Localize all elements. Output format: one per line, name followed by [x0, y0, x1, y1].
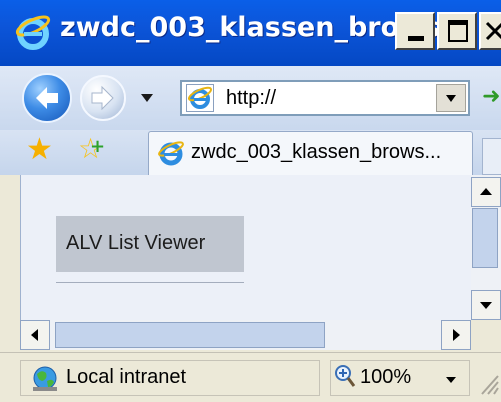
arrow-left-icon	[31, 329, 38, 341]
intranet-globe-icon	[33, 366, 57, 391]
maximize-button[interactable]	[437, 12, 477, 50]
scroll-down-button[interactable]	[471, 290, 501, 320]
favorites-star-icon[interactable]: ★	[26, 131, 53, 169]
address-bar[interactable]: http://	[180, 80, 470, 116]
tab-ie-icon	[158, 141, 184, 166]
security-zone-label: Local intranet	[66, 366, 187, 388]
zoom-magnifier-icon	[335, 365, 356, 387]
recent-pages-dropdown-icon[interactable]	[140, 92, 154, 104]
page-ie-icon	[186, 84, 214, 112]
close-icon	[485, 21, 501, 41]
ie-app-icon	[15, 15, 51, 50]
zoom-level: 100%	[360, 366, 412, 388]
new-tab-button[interactable]	[482, 138, 501, 175]
back-arrow-icon	[36, 87, 58, 109]
horizontal-scroll-thumb[interactable]	[55, 322, 325, 348]
arrow-down-icon	[480, 302, 492, 309]
divider	[56, 282, 244, 283]
scroll-left-button[interactable]	[20, 320, 50, 350]
plus-icon: +	[90, 136, 106, 157]
back-button[interactable]	[22, 73, 72, 123]
alv-list-viewer-label: ALV List Viewer	[66, 232, 206, 254]
arrow-right-icon	[453, 329, 460, 341]
minimize-icon	[408, 36, 424, 41]
arrow-up-icon	[480, 188, 492, 195]
tab-current[interactable]: zwdc_003_klassen_brows...	[148, 131, 473, 175]
address-dropdown-button[interactable]	[436, 84, 466, 112]
vertical-scroll-thumb[interactable]	[472, 208, 498, 268]
address-url[interactable]: http://	[226, 87, 276, 110]
zoom-dropdown-icon[interactable]	[446, 377, 456, 383]
tab-label: zwdc_003_klassen_brows...	[191, 141, 442, 163]
resize-grip-icon[interactable]	[478, 372, 500, 396]
chevron-down-icon	[446, 95, 456, 102]
minimize-button[interactable]	[395, 12, 435, 50]
refresh-icon[interactable]: ➜	[482, 84, 501, 112]
maximize-icon	[448, 20, 468, 42]
add-favorite-icon[interactable]: ☆ +	[78, 130, 108, 166]
forward-button[interactable]	[80, 75, 126, 121]
alv-list-viewer-button[interactable]: ALV List Viewer	[56, 216, 244, 272]
scroll-right-button[interactable]	[441, 320, 471, 350]
scroll-up-button[interactable]	[471, 177, 501, 207]
scroll-corner	[471, 320, 501, 350]
forward-arrow-icon	[91, 85, 114, 111]
close-button[interactable]	[479, 12, 501, 50]
